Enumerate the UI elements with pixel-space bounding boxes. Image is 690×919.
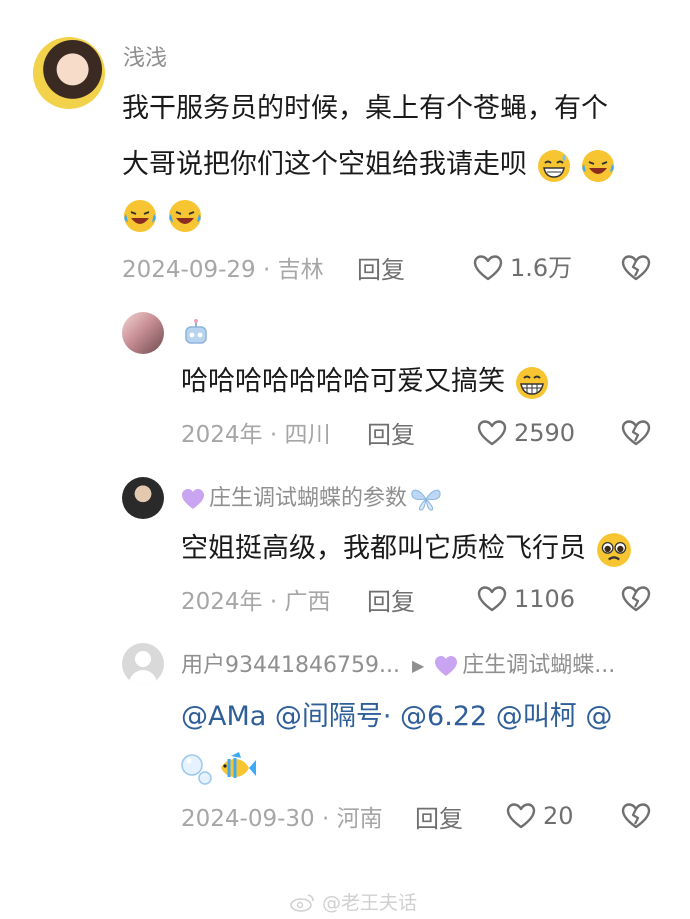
comment-text: 大哥说把你们这个空姐给我请走呗 [122, 138, 616, 192]
reply-to-name[interactable]: 庄生调试蝴蝶... [462, 653, 615, 678]
like-count: 1.6万 [510, 254, 573, 282]
purple-heart-icon [182, 489, 204, 509]
like-count: 2590 [514, 419, 576, 447]
comment-text-line: 哈哈哈哈哈哈哈可爱又搞笑 [181, 366, 505, 397]
like-count: 1106 [514, 585, 576, 613]
comment-author[interactable]: 浅浅 [123, 46, 167, 72]
watermark: @老王夫话 [290, 888, 417, 915]
broken-heart-icon[interactable] [620, 583, 652, 615]
reply-button[interactable]: 回复 [367, 421, 415, 449]
avatar[interactable] [122, 312, 164, 354]
robot-icon [185, 319, 207, 344]
comment-text: 我干服务员的时候，桌上有个苍蝇，有个 [122, 82, 608, 136]
comment-meta: 2024年 · 广西 [181, 589, 331, 615]
tropical-fish-icon [217, 750, 257, 786]
reply-button[interactable]: 回复 [415, 805, 463, 833]
heart-outline-icon [477, 420, 507, 446]
comment-text: 哈哈哈哈哈哈哈可爱又搞笑 [181, 355, 550, 409]
comment-meta: 2024年 · 四川 [181, 422, 331, 448]
default-avatar[interactable] [122, 643, 164, 685]
avatar[interactable] [33, 37, 105, 109]
heart-outline-icon [477, 586, 507, 612]
author-name-text: 庄生调试蝴蝶的参数 [209, 486, 408, 511]
bubbles-icon [179, 749, 217, 787]
heart-outline-icon [473, 255, 503, 281]
watermark-text: @老王夫话 [322, 892, 418, 914]
purple-heart-icon [435, 656, 458, 676]
laughing-crying-emoji [122, 198, 158, 234]
weibo-logo-icon [290, 893, 314, 912]
reply-button[interactable]: 回复 [367, 588, 415, 616]
avatar[interactable] [122, 477, 164, 519]
like-button[interactable]: 1106 [476, 583, 575, 615]
reply-arrow-icon: ▶ [411, 656, 425, 675]
comment-text-line: 大哥说把你们这个空姐给我请走呗 [122, 149, 527, 180]
comment-author[interactable]: 庄生调试蝴蝶的参数 [181, 486, 443, 512]
comment-meta: 2024-09-29 · 吉林 [122, 257, 324, 283]
laughing-crying-emoji [580, 148, 616, 184]
butterfly-icon [411, 489, 441, 511]
comment-author[interactable]: 用户93441846759... ▶ 庄生调试蝴蝶... [181, 653, 615, 679]
comment-meta: 2024-09-30 · 河南 [181, 806, 383, 832]
broken-heart-icon[interactable] [620, 252, 652, 284]
broken-heart-icon[interactable] [620, 800, 652, 832]
grinning-emoji [514, 365, 550, 401]
like-button[interactable]: 1.6万 [472, 252, 572, 284]
comment-emoji-row [179, 740, 257, 794]
like-button[interactable]: 2590 [476, 417, 575, 449]
pleading-face-emoji [595, 531, 633, 569]
comment-text-line: 我干服务员的时候，桌上有个苍蝇，有个 [122, 93, 608, 124]
comment-text: 空姐挺高级，我都叫它质检飞行员 [181, 522, 633, 576]
broken-heart-icon[interactable] [620, 417, 652, 449]
laughing-crying-emoji [167, 198, 203, 234]
grin-sweat-emoji [536, 148, 572, 184]
comment-mentions[interactable]: @AMa @间隔号· @6.22 @叫柯 @ [181, 690, 612, 744]
comment-emoji-row [122, 188, 203, 242]
comment-text-line: 空姐挺高级，我都叫它质检飞行员 [181, 533, 586, 564]
like-count: 20 [543, 802, 574, 830]
like-button[interactable]: 20 [505, 800, 574, 832]
heart-outline-icon [506, 803, 536, 829]
reply-button[interactable]: 回复 [357, 256, 405, 284]
author-name-text: 用户93441846759... [181, 653, 400, 678]
